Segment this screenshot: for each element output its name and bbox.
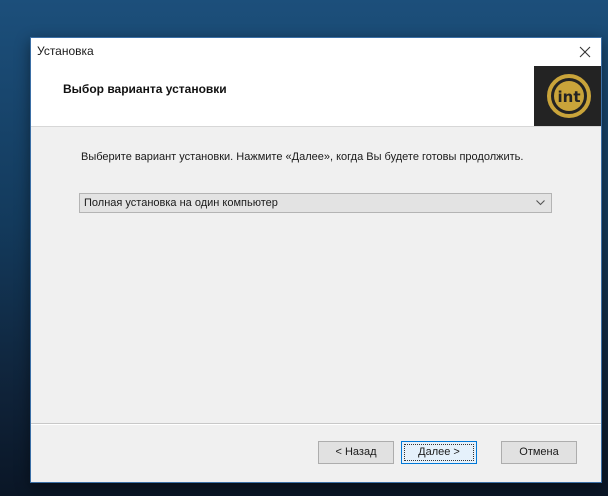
focus-rectangle bbox=[404, 444, 474, 461]
close-icon bbox=[579, 46, 591, 58]
instruction-text: Выберите вариант установки. Нажмите «Дал… bbox=[81, 151, 524, 163]
logo: int bbox=[534, 66, 601, 126]
logo-text: int bbox=[558, 88, 581, 106]
page-title: Выбор варианта установки bbox=[63, 82, 227, 96]
footer-separator bbox=[31, 423, 601, 425]
window-title: Установка bbox=[37, 44, 94, 58]
title-bar[interactable]: Установка bbox=[31, 38, 601, 66]
cancel-button[interactable]: Отмена bbox=[501, 441, 577, 464]
install-option-dropdown[interactable]: Полная установка на один компьютер bbox=[79, 193, 552, 213]
next-button[interactable]: Далее > bbox=[401, 441, 477, 464]
wizard-content: Выберите вариант установки. Нажмите «Дал… bbox=[31, 127, 601, 423]
install-option-value: Полная установка на один компьютер bbox=[84, 197, 278, 209]
setup-dialog: Установка Выбор варианта установки int В… bbox=[30, 37, 602, 483]
int-logo-icon: int bbox=[547, 74, 591, 118]
wizard-header: Выбор варианта установки int bbox=[31, 66, 601, 127]
close-button[interactable] bbox=[571, 38, 599, 66]
back-button[interactable]: < Назад bbox=[318, 441, 394, 464]
chevron-down-icon bbox=[536, 200, 545, 206]
